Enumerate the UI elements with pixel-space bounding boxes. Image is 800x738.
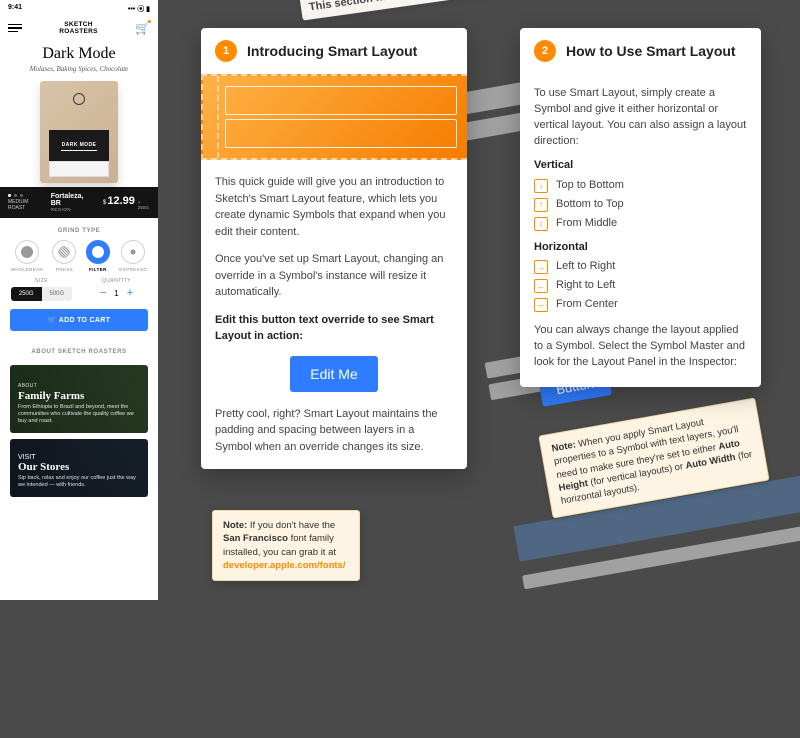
menu-icon[interactable] [8,24,22,33]
dir-from-center: ↔From Center [534,297,747,313]
card2-outro: You can always change the layout applied… [534,323,747,371]
tutorial-card-1: 1 Introducing Smart Layout This quick gu… [201,28,467,469]
about-header: ABOUT SKETCH ROASTERS [0,349,158,355]
step-number-badge: 1 [215,40,237,62]
quantity-selector: QUANTITY −1+ [85,278,148,301]
step-number-badge: 2 [534,40,556,62]
brand-logo: SKETCHROASTERS [59,21,98,35]
phone-artboard: 9:41 ••• ⦿ ▮ SKETCHROASTERS 🛒 Dark Mode … [0,0,158,600]
status-bar: 9:41 ••• ⦿ ▮ [0,0,158,18]
price: $12.99× 250G [103,195,150,210]
arrow-down-icon: ↓ [534,179,548,193]
product-meta-bar: MEDIUM ROAST Fortaleza, BR REGION $12.99… [0,187,158,218]
card-title: Introducing Smart Layout [247,43,417,59]
roast-label: MEDIUM ROAST [8,199,45,211]
horizontal-heading: Horizontal [534,240,747,256]
add-to-cart-button[interactable]: 🛒 ADD TO CART [10,309,148,331]
arrow-vertical-center-icon: ↕ [534,217,548,231]
arrow-right-icon: → [534,260,548,274]
dir-top-to-bottom: ↓Top to Bottom [534,178,747,194]
dir-right-to-left: ←Right to Left [534,278,747,294]
card1-p2: Once you've set up Smart Layout, changin… [215,251,453,301]
size-500g[interactable]: 500G [42,287,73,301]
card1-p4: Pretty cool, right? Smart Layout maintai… [215,406,453,456]
edit-me-button[interactable]: Edit Me [290,356,377,392]
card1-p1: This quick guide will give you an introd… [215,174,453,240]
qty-value: 1 [114,289,118,298]
product-subtitle: Molases, Baking Spices, Chocolate [0,65,158,73]
card2-intro: To use Smart Layout, simply create a Sym… [534,86,747,150]
product-title: Dark Mode [0,45,158,63]
vertical-heading: Vertical [534,158,747,174]
pager-dots[interactable] [8,194,45,197]
font-note: Note: If you don't have the San Francisc… [212,510,360,581]
dir-left-to-right: →Left to Right [534,259,747,275]
card1-p3: Edit this button text override to see Sm… [215,312,453,345]
size-250g[interactable]: 250G [11,287,42,301]
arrow-horizontal-center-icon: ↔ [534,298,548,312]
tutorial-card-2: 2 How to Use Smart Layout To use Smart L… [520,28,761,387]
family-farms-card[interactable]: ABOUT Family Farms From Ethiopia to Braz… [10,365,148,433]
dir-bottom-to-top: ↑Bottom to Top [534,197,747,213]
qty-minus[interactable]: − [100,287,106,299]
dir-from-middle: ↕From Middle [534,216,747,232]
arrow-up-icon: ↑ [534,198,548,212]
grind-type-header: GRIND TYPE [0,228,158,234]
cart-icon[interactable]: 🛒 [135,21,150,35]
sketch-canvas: This section has Horizontal Layout appli… [0,0,800,600]
layout-diagram [201,74,467,160]
size-selector: SIZE 250G500G [10,278,73,301]
grind-filter[interactable]: FILTER [86,240,110,272]
grind-type-selector: WHOLEBEAN PRESS FILTER ESPRESSO [0,240,158,272]
region-info: Fortaleza, BR REGION [51,193,93,212]
grind-espresso[interactable]: ESPRESSO [119,240,147,272]
grind-press[interactable]: PRESS [52,240,76,272]
qty-plus[interactable]: + [127,287,133,299]
app-header: SKETCHROASTERS 🛒 [0,18,158,41]
card-title: How to Use Smart Layout [566,43,736,59]
product-image: DARK MODE [0,81,158,187]
grind-wholebean[interactable]: WHOLEBEAN [11,240,43,272]
status-time: 9:41 [8,4,22,14]
arrow-left-icon: ← [534,279,548,293]
font-link[interactable]: developer.apple.com/fonts/ [223,560,345,571]
our-stores-card[interactable]: VISIT Our Stores Sip back, relax and enj… [10,439,148,497]
status-icons: ••• ⦿ ▮ [128,4,150,14]
